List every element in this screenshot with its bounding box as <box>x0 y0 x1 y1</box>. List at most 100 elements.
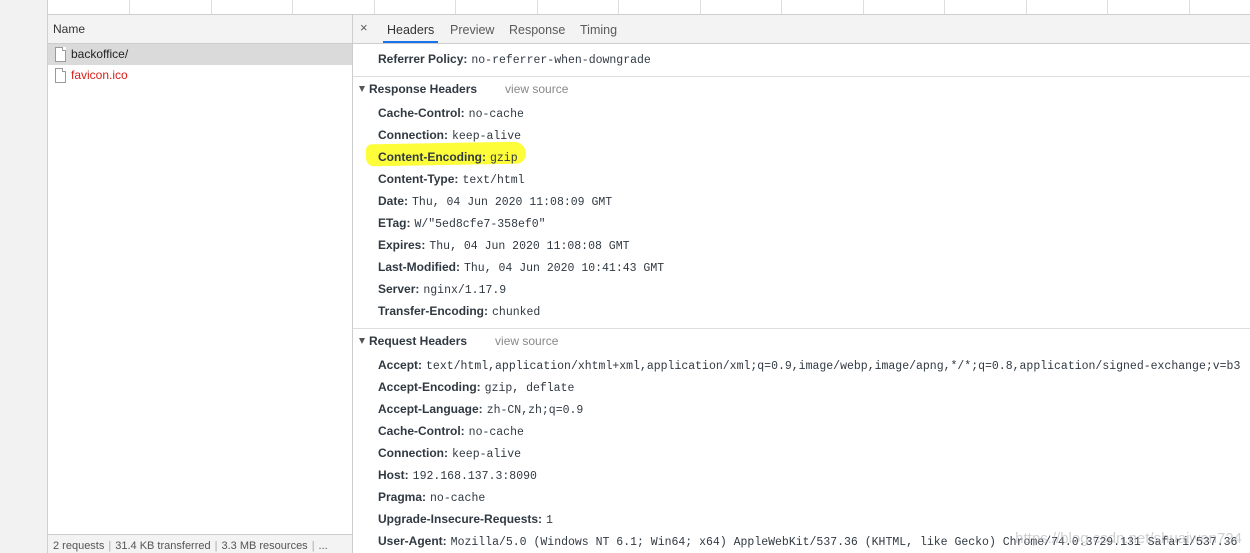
header-value: no-cache <box>468 108 524 121</box>
header-value: keep-alive <box>452 130 522 143</box>
header-value: Thu, 04 Jun 2020 11:08:09 GMT <box>412 196 613 209</box>
timeline-gridline <box>618 0 619 14</box>
header-key: Pragma: <box>378 490 427 504</box>
header-key: Accept-Encoding: <box>378 380 481 394</box>
header-row: ETag: W/"5ed8cfe7-358ef0" <box>378 213 546 233</box>
header-row: Last-Modified: Thu, 04 Jun 2020 10:41:43 … <box>378 257 664 277</box>
timeline-gridline <box>1107 0 1108 14</box>
header-row: Expires: Thu, 04 Jun 2020 11:08:08 GMT <box>378 235 630 255</box>
overview-timeline[interactable] <box>48 0 1250 15</box>
header-key: Cache-Control: <box>378 424 465 438</box>
tab-headers[interactable]: Headers <box>383 15 439 43</box>
header-value: no-cache <box>430 492 486 505</box>
timeline-gridline <box>455 0 456 14</box>
view-source-link[interactable]: view source <box>505 82 568 96</box>
timeline-gridline <box>374 0 375 14</box>
response-headers-section[interactable]: Response Headers view source <box>353 76 1250 101</box>
request-details-panel: × Headers Preview Response Timing Referr… <box>353 15 1250 553</box>
header-row-referrer-policy: Referrer Policy: no-referrer-when-downgra… <box>378 49 651 69</box>
header-key: Cache-Control: <box>378 106 465 120</box>
timeline-gridline <box>292 0 293 14</box>
header-row: Upgrade-Insecure-Requests: 1 <box>378 509 553 529</box>
header-key: Last-Modified: <box>378 260 460 274</box>
header-row-content-encoding: Content-Encoding: gzip <box>378 147 518 167</box>
section-title: Response Headers <box>369 82 478 96</box>
header-row: Connection: keep-alive <box>378 443 521 463</box>
timeline-gridline <box>1026 0 1027 14</box>
tab-response[interactable]: Response <box>505 15 569 43</box>
status-overflow: ... <box>318 540 328 552</box>
expand-triangle-icon[interactable] <box>359 337 365 344</box>
header-key: Date: <box>378 194 409 208</box>
network-summary-bar: 2 requests | 31.4 KB transferred | 3.3 MB re… <box>48 534 352 553</box>
header-key: Referrer Policy: <box>378 52 468 66</box>
request-row-favicon[interactable]: favicon.ico <box>48 65 352 86</box>
header-row: Accept: text/html,application/xhtml+xml,a… <box>378 355 1240 375</box>
header-key: Content-Type: <box>378 172 459 186</box>
header-row: Transfer-Encoding: chunked <box>378 301 540 321</box>
resources-size: 3.3 MB resources <box>221 540 308 552</box>
header-row: Server: nginx/1.17.9 <box>378 279 506 299</box>
header-value: 1 <box>546 514 553 527</box>
header-value: keep-alive <box>452 448 522 461</box>
header-value: Thu, 04 Jun 2020 11:08:08 GMT <box>429 240 630 253</box>
timeline-gridline <box>700 0 701 14</box>
header-value: zh-CN,zh;q=0.9 <box>486 404 584 417</box>
expand-triangle-icon[interactable] <box>359 85 365 92</box>
header-key: Upgrade-Insecure-Requests: <box>378 512 543 526</box>
left-gutter <box>0 0 48 553</box>
timeline-gridline <box>944 0 945 14</box>
header-value: nginx/1.17.9 <box>423 284 507 297</box>
header-key: User-Agent: <box>378 534 447 548</box>
header-row: Content-Type: text/html <box>378 169 525 189</box>
request-count: 2 requests <box>53 540 105 552</box>
header-row: Cache-Control: no-cache <box>378 103 524 123</box>
header-row: Accept-Language: zh-CN,zh;q=0.9 <box>378 399 583 419</box>
header-value: Thu, 04 Jun 2020 10:41:43 GMT <box>464 262 665 275</box>
timeline-gridline <box>781 0 782 14</box>
header-key: Accept: <box>378 358 423 372</box>
header-key: Connection: <box>378 128 448 142</box>
header-value: no-referrer-when-downgrade <box>471 54 651 67</box>
header-value: no-cache <box>468 426 524 439</box>
header-key: ETag: <box>378 216 411 230</box>
timeline-gridline <box>863 0 864 14</box>
timeline-gridline <box>129 0 130 14</box>
header-value: 192.168.137.3:8090 <box>412 470 537 483</box>
tab-timing[interactable]: Timing <box>576 15 621 43</box>
document-icon <box>55 47 66 62</box>
header-row: Host: 192.168.137.3:8090 <box>378 465 537 485</box>
view-source-link[interactable]: view source <box>495 334 558 348</box>
request-headers-section[interactable]: Request Headers view source <box>353 328 1250 353</box>
header-value: gzip, deflate <box>484 382 575 395</box>
header-key: Content-Encoding: <box>378 150 486 164</box>
section-title: Request Headers <box>369 334 468 348</box>
header-key: Transfer-Encoding: <box>378 304 489 318</box>
name-column-header[interactable]: Name <box>48 15 352 44</box>
tab-preview[interactable]: Preview <box>446 15 498 43</box>
close-icon[interactable]: × <box>360 20 368 35</box>
header-key: Host: <box>378 468 409 482</box>
header-row: Cache-Control: no-cache <box>378 421 524 441</box>
header-value: text/html,application/xhtml+xml,applicat… <box>426 360 1241 373</box>
header-row: Accept-Encoding: gzip, deflate <box>378 377 574 397</box>
header-row: Connection: keep-alive <box>378 125 521 145</box>
header-row: Date: Thu, 04 Jun 2020 11:08:09 GMT <box>378 191 612 211</box>
timeline-gridline <box>211 0 212 14</box>
header-value: gzip <box>489 152 518 165</box>
header-key: Expires: <box>378 238 426 252</box>
details-tabbar: × Headers Preview Response Timing <box>353 15 1250 44</box>
header-key: Server: <box>378 282 420 296</box>
request-name: backoffice/ <box>71 47 129 61</box>
request-row-backoffice[interactable]: backoffice/ <box>48 44 352 65</box>
request-name: favicon.ico <box>71 68 128 82</box>
watermark: https://blog.csdn.net/shuaiwen724 <box>1015 530 1242 547</box>
document-icon <box>55 68 66 83</box>
header-value: text/html <box>462 174 525 187</box>
header-key: Connection: <box>378 446 448 460</box>
header-key: Accept-Language: <box>378 402 483 416</box>
transferred-size: 31.4 KB transferred <box>115 540 211 552</box>
header-value: chunked <box>492 306 541 319</box>
header-value: W/"5ed8cfe7-358ef0" <box>414 218 546 231</box>
timeline-gridline <box>537 0 538 14</box>
